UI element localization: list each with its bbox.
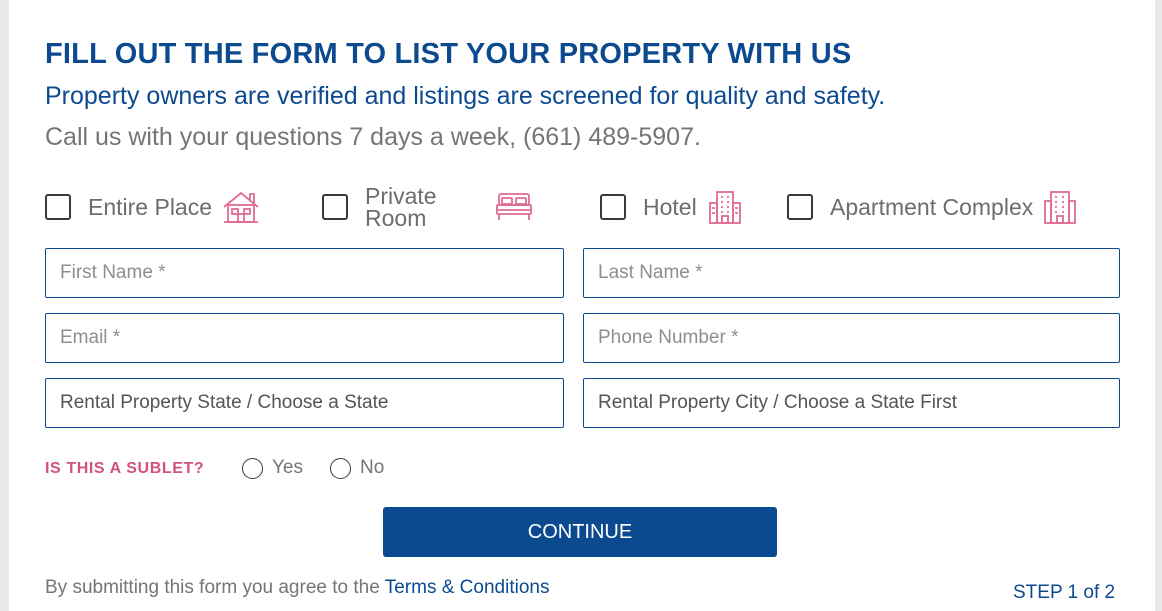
state-select[interactable]: Rental Property State / Choose a State [45, 378, 564, 428]
terms-agreement: By submitting this form you agree to the… [45, 577, 549, 599]
hotel-checkbox[interactable] [600, 194, 626, 220]
city-select[interactable]: Rental Property City / Choose a State Fi… [583, 378, 1120, 428]
apartment-building-icon [1043, 189, 1077, 225]
private-room-label: Private Room [365, 183, 437, 231]
form-subtitle: Property owners are verified and listing… [45, 82, 886, 110]
property-type-entire-place[interactable]: Entire Place [45, 184, 260, 230]
house-icon [222, 190, 260, 224]
form-title: FILL OUT THE FORM TO LIST YOUR PROPERTY … [45, 38, 852, 70]
bed-icon [495, 191, 533, 223]
apartment-complex-label: Apartment Complex [830, 194, 1034, 220]
sublet-yes-option[interactable]: Yes [242, 457, 303, 479]
step-indicator: STEP 1 of 2 [1013, 582, 1116, 603]
agree-text: By submitting this form you agree to the [45, 577, 385, 598]
first-name-field[interactable]: First Name * [45, 248, 564, 298]
sublet-yes-radio[interactable] [242, 457, 263, 479]
listing-form-panel: FILL OUT THE FORM TO LIST YOUR PROPERTY … [9, 0, 1155, 611]
hotel-icon [707, 189, 743, 225]
sublet-yes-label: Yes [272, 457, 303, 478]
entire-place-label: Entire Place [88, 194, 213, 220]
call-us-text: Call us with your questions 7 days a wee… [45, 123, 701, 151]
hotel-label: Hotel [643, 194, 697, 220]
sublet-no-label: No [360, 457, 385, 478]
entire-place-checkbox[interactable] [45, 194, 71, 220]
property-type-private-room[interactable]: Private Room [322, 184, 533, 230]
sublet-no-radio[interactable] [330, 457, 351, 479]
property-type-apartment-complex[interactable]: Apartment Complex [787, 184, 1077, 230]
terms-conditions-link[interactable]: Terms & Conditions [385, 577, 550, 598]
last-name-field[interactable]: Last Name * [583, 248, 1120, 298]
apartment-complex-checkbox[interactable] [787, 194, 813, 220]
private-room-checkbox[interactable] [322, 194, 348, 220]
phone-number-field[interactable]: Phone Number * [583, 313, 1120, 363]
email-field[interactable]: Email * [45, 313, 564, 363]
continue-button[interactable]: CONTINUE [383, 507, 777, 557]
property-type-hotel[interactable]: Hotel [600, 184, 743, 230]
sublet-question: IS THIS A SUBLET? [45, 460, 205, 477]
sublet-no-option[interactable]: No [330, 457, 384, 479]
